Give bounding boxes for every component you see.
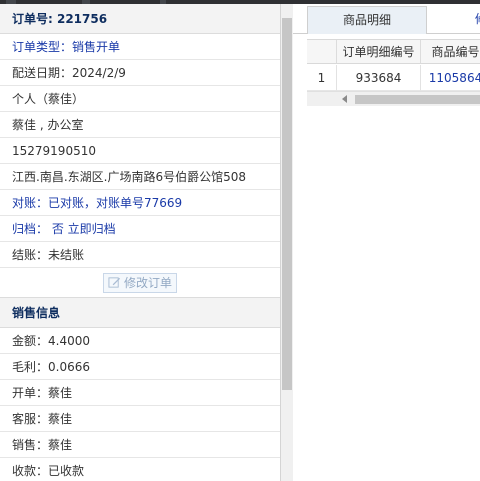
grid-index-header	[307, 40, 337, 64]
grid-cell-detail-id[interactable]: 933684	[337, 65, 421, 91]
delivery-date-field: 配送日期：2024/2/9	[0, 60, 280, 86]
vertical-scrollbar[interactable]	[281, 4, 293, 481]
salesperson-field: 销售：蔡佳	[0, 432, 280, 458]
scrollbar-thumb[interactable]	[282, 18, 292, 390]
detail-panel: 商品明细 修 订单明细编号 商品编号 1 933684 1105864	[293, 4, 480, 481]
sales-info-header: 销售信息	[0, 298, 280, 328]
grid-cell-product-id[interactable]: 1105864	[421, 65, 480, 91]
grid-row-index: 1	[307, 65, 337, 91]
tab-second[interactable]: 修	[461, 6, 480, 34]
hscroll-thumb[interactable]	[355, 95, 480, 104]
customer-field: 个人（蔡佳）	[0, 86, 280, 112]
payment-field: 收款：已收款	[0, 458, 280, 481]
order-type-field[interactable]: 订单类型：销售开单	[0, 34, 280, 60]
order-number-header: 订单号: 221756	[0, 4, 280, 34]
horizontal-scrollbar[interactable]	[307, 91, 480, 106]
scroll-left-icon[interactable]	[342, 95, 347, 103]
amount-field: 金额：4.4000	[0, 328, 280, 354]
profit-field: 毛利：0.0666	[0, 354, 280, 380]
order-panel: 订单号: 221756 订单类型：销售开单 配送日期：2024/2/9 个人（蔡…	[0, 4, 281, 481]
creator-field: 开单：蔡佳	[0, 380, 280, 406]
reconciliation-field[interactable]: 对账：已对账，对账单号77669	[0, 190, 280, 216]
edit-icon	[108, 277, 121, 288]
scroll-up-icon[interactable]	[281, 4, 293, 18]
edit-button-row: 修改订单	[0, 268, 280, 298]
tab-product-details[interactable]: 商品明细	[307, 6, 427, 34]
phone-field: 15279190510	[0, 138, 280, 164]
contact-field: 蔡佳 , 办公室	[0, 112, 280, 138]
archive-field[interactable]: 归档： 否 立即归档	[0, 216, 280, 242]
edit-order-button[interactable]: 修改订单	[102, 272, 177, 293]
grid-header-product-id[interactable]: 商品编号	[421, 40, 480, 64]
grid-header-detail-id[interactable]: 订单明细编号	[337, 40, 421, 64]
settlement-field: 结账：未结账	[0, 242, 280, 268]
address-field: 江西.南昌.东湖区.广场南路6号伯爵公馆508	[0, 164, 280, 190]
product-grid: 订单明细编号 商品编号 1 933684 1105864	[307, 39, 480, 91]
tab-bar: 商品明细 修	[293, 4, 480, 34]
edit-order-label: 修改订单	[123, 276, 172, 290]
service-field: 客服：蔡佳	[0, 406, 280, 432]
